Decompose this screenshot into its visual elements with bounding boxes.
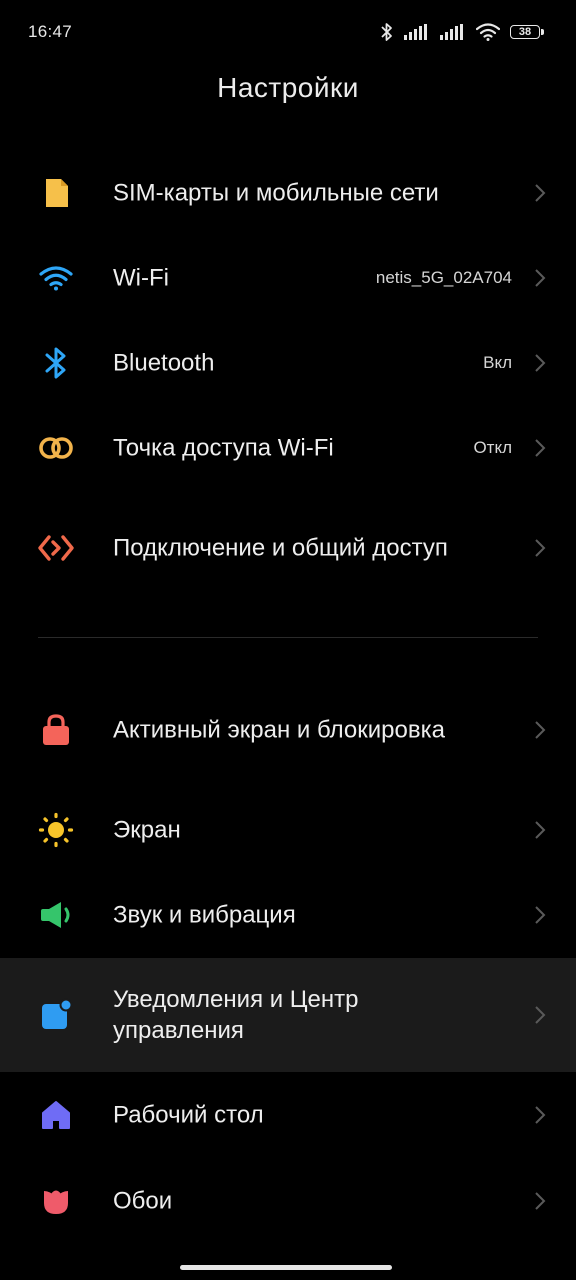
wifi-icon: [38, 260, 74, 296]
chevron-right-icon: [535, 539, 546, 557]
settings-item-label: Активный экран и блокировка: [113, 716, 445, 744]
chevron-right-icon: [535, 721, 546, 739]
settings-item-connection-sharing[interactable]: Подключение и общий доступ: [0, 490, 576, 606]
chevron-right-icon: [535, 906, 546, 924]
tulip-icon: [38, 1183, 74, 1219]
chevron-right-icon: [535, 1006, 546, 1024]
settings-item-label: Звук и вибрация: [113, 901, 296, 929]
home-indicator[interactable]: [180, 1265, 392, 1270]
bluetooth-icon: [38, 345, 74, 381]
chevron-right-icon: [535, 439, 546, 457]
settings-item-sim[interactable]: SIM-карты и мобильные сети: [0, 150, 576, 236]
settings-item-label: Подключение и общий доступ: [113, 534, 448, 562]
settings-item-label: Точка доступа Wi-Fi: [113, 434, 334, 462]
chevron-right-icon: [535, 1192, 546, 1210]
settings-item-notifications[interactable]: Уведомления и Центр управления: [0, 958, 576, 1072]
share-icon: [38, 530, 74, 566]
settings-item-home-screen[interactable]: Рабочий стол: [0, 1072, 576, 1158]
settings-item-label: Bluetooth: [113, 349, 215, 377]
sun-icon: [38, 812, 74, 848]
battery-icon: 38: [510, 25, 544, 39]
chevron-right-icon: [535, 354, 546, 372]
hotspot-icon: [38, 430, 74, 466]
signal-icon: [440, 24, 466, 40]
page-title: Настройки: [217, 72, 359, 103]
signal-icon: [404, 24, 430, 40]
status-bar: 16:47 38: [0, 0, 576, 64]
chevron-right-icon: [535, 821, 546, 839]
bluetooth-icon: [380, 22, 394, 42]
settings-item-label: Обои: [113, 1187, 173, 1215]
lock-icon: [38, 712, 74, 748]
section-divider: [38, 637, 538, 638]
settings-item-value: netis_5G_02A704: [375, 268, 512, 287]
settings-item-label: Рабочий стол: [113, 1101, 264, 1129]
status-icons: 38: [380, 20, 544, 44]
wifi-icon: [476, 23, 500, 41]
home-icon: [38, 1097, 74, 1133]
settings-item-wifi[interactable]: Wi-Fi netis_5G_02A704: [0, 236, 576, 320]
settings-item-wallpaper[interactable]: Обои: [0, 1158, 576, 1244]
settings-item-lock-screen[interactable]: Активный экран и блокировка: [0, 672, 576, 788]
settings-item-label: Уведомления и Центр управления: [113, 986, 359, 1044]
notification-icon: [38, 997, 74, 1033]
settings-item-label: SIM-карты и мобильные сети: [113, 179, 439, 207]
chevron-right-icon: [535, 184, 546, 202]
settings-item-bluetooth[interactable]: Bluetooth Вкл: [0, 320, 576, 406]
settings-item-display[interactable]: Экран: [0, 788, 576, 872]
chevron-right-icon: [535, 1106, 546, 1124]
settings-item-sound[interactable]: Звук и вибрация: [0, 872, 576, 958]
status-time: 16:47: [28, 22, 73, 41]
settings-item-label: Экран: [113, 816, 181, 844]
settings-item-value: Откл: [473, 438, 512, 457]
settings-item-hotspot[interactable]: Точка доступа Wi-Fi Откл: [0, 406, 576, 490]
settings-item-value: Вкл: [483, 353, 512, 372]
speaker-icon: [38, 897, 74, 933]
chevron-right-icon: [535, 269, 546, 287]
sim-card-icon: [38, 175, 74, 211]
